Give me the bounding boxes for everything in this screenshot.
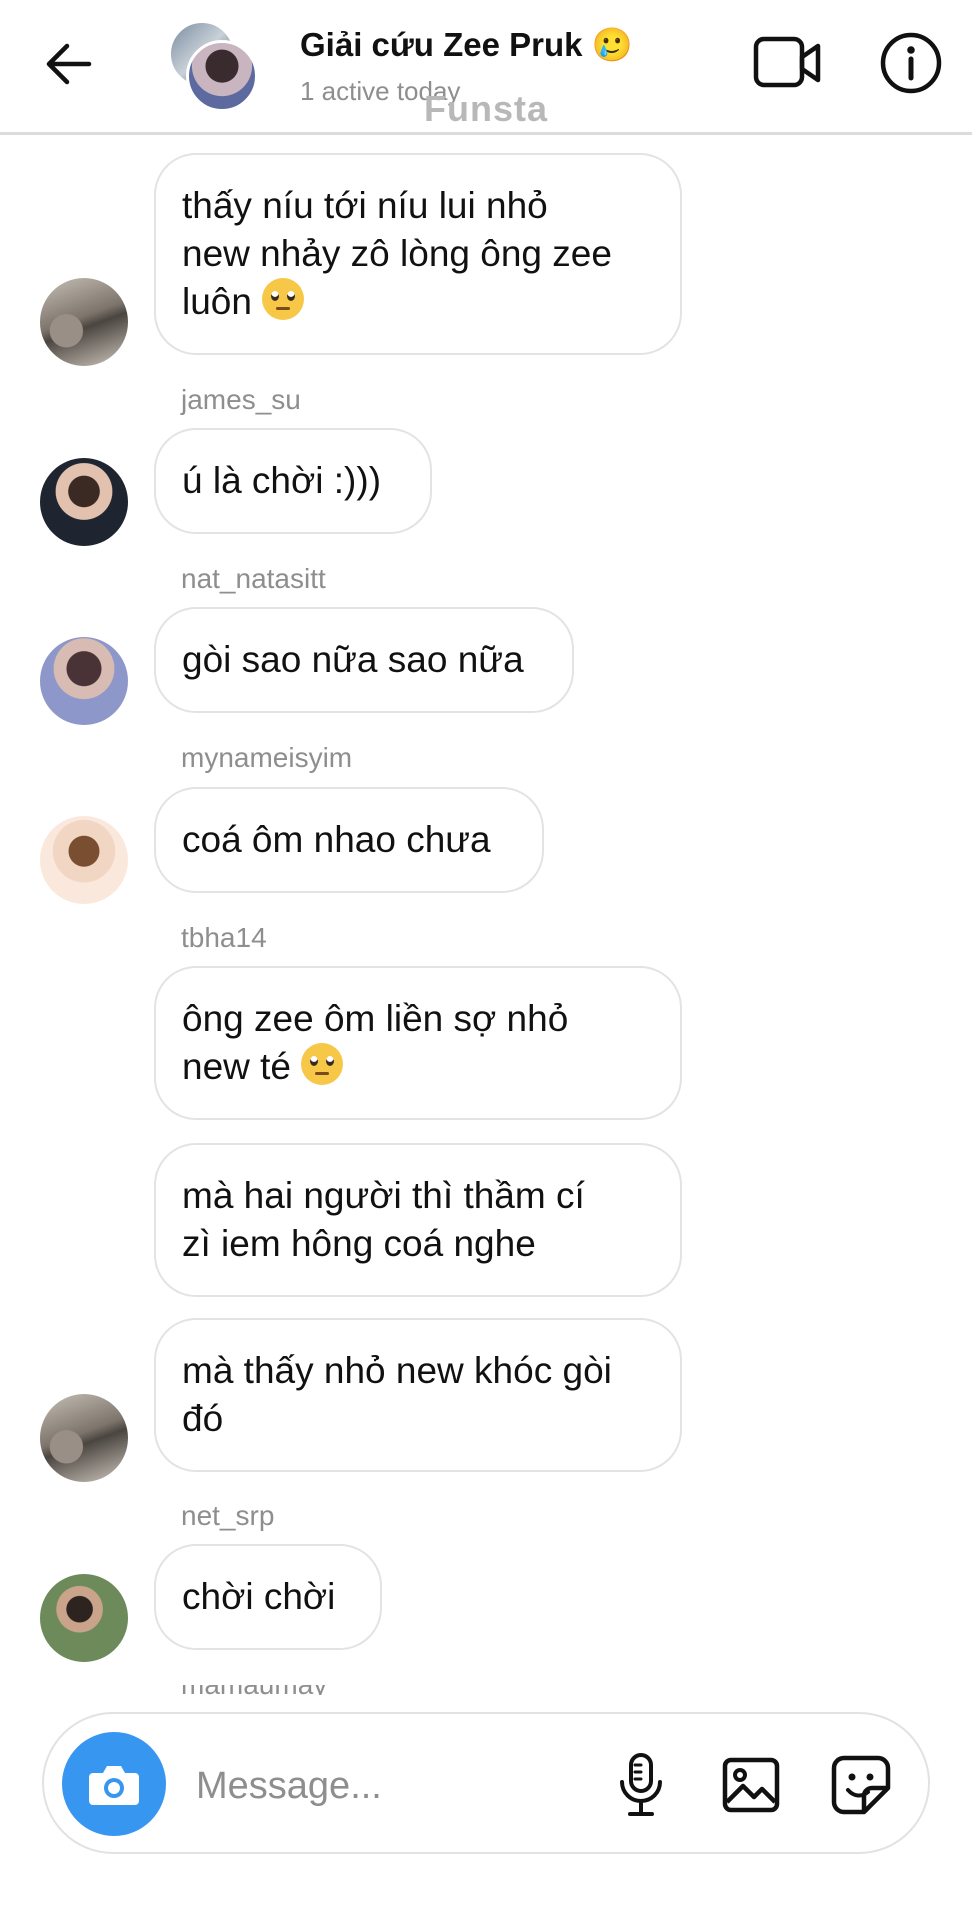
message-text: chời chời: [182, 1576, 336, 1617]
sticker-icon: [831, 1755, 891, 1815]
avatar[interactable]: [40, 458, 128, 546]
message-text: gòi sao nữa sao nữa: [182, 639, 524, 680]
message-text: mà thấy nhỏ new khóc gòi đó: [182, 1350, 612, 1439]
gallery-icon: [722, 1757, 780, 1813]
avatar[interactable]: [40, 816, 128, 904]
camera-button[interactable]: [62, 1732, 166, 1836]
message-bubble[interactable]: ú là chời :))): [154, 428, 432, 534]
avatar[interactable]: [40, 1394, 128, 1482]
gallery-button[interactable]: [718, 1750, 784, 1820]
message-input[interactable]: [194, 1750, 598, 1822]
message-bubble[interactable]: mà hai người thì thầm cí zì iem hông coá…: [154, 1143, 682, 1297]
watermark: Funsta: [424, 88, 549, 129]
info-icon: [880, 32, 942, 94]
message-bubble[interactable]: thấy níu tới níu lui nhỏ new nhảy zô lòn…: [154, 153, 682, 355]
message-bubble[interactable]: chời chời: [154, 1544, 382, 1650]
message-text: coá ôm nhao chưa: [182, 819, 491, 860]
eye-roll-emoji-icon: [301, 1043, 344, 1085]
message-bubble[interactable]: mà thấy nhỏ new khóc gòi đó: [154, 1318, 682, 1472]
sender-username: net_srp: [181, 1500, 275, 1531]
message-text: mà hai người thì thầm cí zì iem hông coá…: [182, 1175, 585, 1264]
info-button[interactable]: [878, 30, 944, 96]
message-text: thấy níu tới níu lui nhỏ new nhảy zô lòn…: [182, 185, 612, 322]
message-text: ú là chời :))): [182, 460, 382, 501]
back-arrow-icon: [46, 43, 92, 85]
message-text: ông zee ôm liền sợ nhỏ new té: [182, 998, 569, 1087]
avatar[interactable]: [40, 278, 128, 366]
avatar[interactable]: [40, 1574, 128, 1662]
message-composer: [42, 1712, 930, 1854]
sticker-button[interactable]: [828, 1750, 894, 1820]
camera-icon: [89, 1766, 139, 1805]
sender-username: james_su: [181, 384, 301, 415]
video-call-button[interactable]: [752, 30, 824, 96]
microphone-icon: [620, 1753, 662, 1816]
sender-username: mynameisyim: [181, 742, 353, 773]
group-avatar-front: [186, 40, 258, 112]
voice-message-button[interactable]: [608, 1750, 674, 1820]
avatar[interactable]: [40, 637, 128, 725]
sender-username: nat_natasitt: [181, 563, 326, 594]
group-avatar[interactable]: [168, 20, 258, 112]
message-bubble[interactable]: gòi sao nữa sao nữa: [154, 607, 574, 713]
message-bubble[interactable]: ông zee ôm liền sợ nhỏ new té: [154, 966, 682, 1120]
message-bubble[interactable]: coá ôm nhao chưa: [154, 787, 544, 893]
eye-roll-emoji-icon: [262, 278, 305, 320]
chat-title[interactable]: Giải cứu Zee Pruk 🥲: [300, 26, 633, 65]
sender-username: tbha14: [181, 922, 267, 953]
back-button[interactable]: [38, 34, 98, 94]
cut-off-username: mamaumay: [181, 1685, 341, 1695]
video-call-icon: [753, 36, 821, 88]
chat-header: Giải cứu Zee Pruk 🥲 1 active today Funst…: [0, 0, 972, 135]
